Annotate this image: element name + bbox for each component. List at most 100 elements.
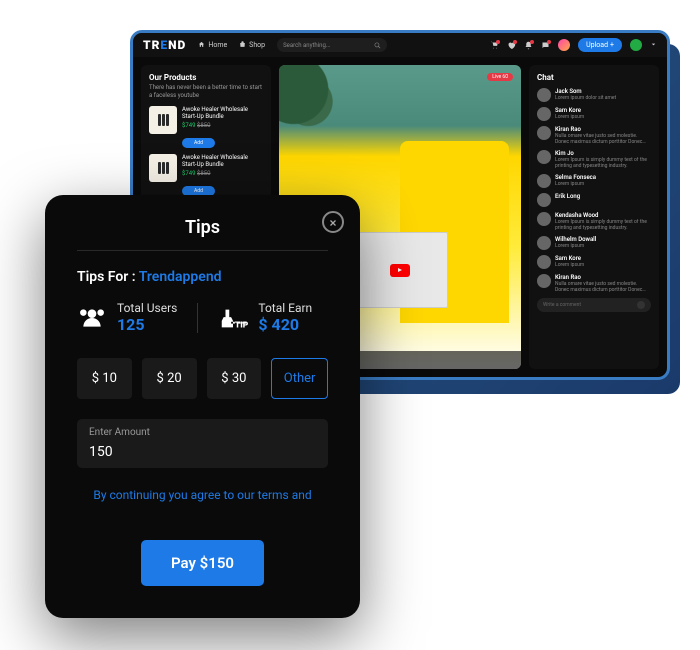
chat-text: Lorem Ipsum is simply dummy text of the … [555,219,651,231]
nav-shop-label: Shop [249,41,265,49]
chat-avatar [537,274,551,288]
chat-message: Sam KoreLorem ipsum [537,255,651,269]
terms-text[interactable]: By continuing you agree to our terms and [77,488,328,502]
chat-avatar [537,236,551,250]
users-value: 125 [117,315,177,334]
chat-message: Selma FonsecaLorem ipsum [537,174,651,188]
earn-value: $ 420 [258,315,312,334]
modal-title: Tips [77,217,328,238]
heart-icon[interactable] [507,41,516,50]
chat-username: Jack Som [555,88,651,95]
chat-username: Sam Kore [555,255,651,262]
products-title: Our Products [149,73,263,82]
chat-message: Kim JoLorem Ipsum is simply dummy text o… [537,150,651,169]
chat-avatar [537,88,551,102]
earn-label: Total Earn [258,301,312,315]
chat-username: Kiran Rao [555,274,651,281]
amount-label: Enter Amount [89,427,316,438]
stat-users: Total Users 125 [77,301,177,334]
chat-text: Lorem ipsum [555,181,651,187]
tip-option-10[interactable]: $ 10 [77,358,132,399]
chat-message: Wilhelm DowallLorem ipsum [537,236,651,250]
chat-username: Kim Jo [555,150,651,157]
product-item[interactable]: Awoke Healer Wholesale Start-Up Bundle $7… [149,106,263,148]
stat-divider [197,303,198,333]
chat-text: Lorem ipsum dolor sit amet [555,95,651,101]
pay-button[interactable]: Pay $150 [141,540,264,586]
chat-message: Kiran RaoNulla ornare vitae justo sed mo… [537,126,651,145]
add-button[interactable]: Add [182,138,215,148]
chat-message: Erik Long [537,193,651,207]
amount-field[interactable]: Enter Amount [77,419,328,468]
chat-avatar [537,174,551,188]
products-subtitle: There has never been a better time to st… [149,84,263,100]
chat-avatar [537,193,551,207]
search-placeholder: Search anything... [283,42,331,49]
stat-earn: TIP Total Earn $ 420 [218,301,312,334]
logo: TREND [143,38,186,52]
tips-for-line: Tips For : Trendappend [77,269,328,285]
emoji-icon[interactable] [637,301,645,309]
product-image [149,106,177,134]
nav-home-label: Home [208,41,227,49]
nav-shop[interactable]: Shop [239,41,265,50]
upload-button[interactable]: Upload + [578,38,622,52]
chat-avatar [537,255,551,269]
chat-panel: Chat Jack SomLorem ipsum dolor sit amet S… [529,65,659,369]
search-icon [374,42,381,49]
topbar: TREND Home Shop Search anything... Uploa… [133,33,667,57]
product-name: Awoke Healer Wholesale Start-Up Bundle [182,154,263,168]
close-button[interactable] [322,211,344,233]
chat-username: Erik Long [555,193,651,200]
chat-username: Wilhelm Dowall [555,236,651,243]
chat-username: Kendasha Wood [555,212,651,219]
upload-label: Upload [586,41,608,49]
chat-message: Kendasha WoodLorem Ipsum is simply dummy… [537,212,651,231]
chat-username: Kiran Rao [555,126,651,133]
message-icon[interactable] [541,41,550,50]
chat-input[interactable]: Write a comment [537,298,651,312]
home-icon [198,41,205,50]
tip-option-20[interactable]: $ 20 [142,358,197,399]
tip-option-30[interactable]: $ 30 [207,358,262,399]
chat-text: Lorem ipsum [555,262,651,268]
shop-icon [239,41,246,50]
users-label: Total Users [117,301,177,315]
bell-icon[interactable] [524,41,533,50]
youtube-icon [390,264,410,277]
chat-avatar [537,126,551,140]
product-item[interactable]: Awoke Healer Wholesale Start-Up Bundle$7… [149,154,263,196]
cart-icon[interactable] [490,41,499,50]
chat-text: Lorem Ipsum is simply dummy text of the … [555,157,651,169]
stats-row: Total Users 125 TIP Total Earn $ 420 [77,301,328,334]
chat-text: Nulla ornare vitae justo sed molestie. D… [555,281,651,293]
live-badge: Live 60 [487,73,513,81]
chat-text: Lorem ipsum [555,243,651,249]
recipient-name: Trendappend [139,269,222,285]
chat-message: Jack SomLorem ipsum dolor sit amet [537,88,651,102]
chat-text: Lorem ipsum [555,114,651,120]
chat-text: Nulla ornare vitae justo sed molestie. D… [555,133,651,145]
users-icon [77,305,107,331]
user-avatar[interactable] [630,39,642,51]
tip-option-other[interactable]: Other [271,358,328,399]
chat-avatar [537,107,551,121]
chat-username: Selma Fonseca [555,174,651,181]
product-image [149,154,177,182]
tip-icon: TIP [218,305,248,331]
chat-message: Sam KoreLorem ipsum [537,107,651,121]
nav-home[interactable]: Home [198,41,227,50]
chat-message: Kiran RaoNulla ornare vitae justo sed mo… [537,274,651,293]
plus-icon: + [610,41,614,49]
avatar-small[interactable] [558,39,570,51]
chat-title: Chat [537,73,651,82]
chat-avatar [537,212,551,226]
divider [77,250,328,251]
search-input[interactable]: Search anything... [277,38,387,52]
product-price: $749 $850 [182,122,263,129]
chevron-down-icon[interactable] [650,41,657,50]
product-name: Awoke Healer Wholesale Start-Up Bundle [182,106,263,120]
amount-input[interactable] [89,444,316,460]
chat-username: Sam Kore [555,107,651,114]
tips-modal: Tips Tips For : Trendappend Total Users … [45,195,360,618]
